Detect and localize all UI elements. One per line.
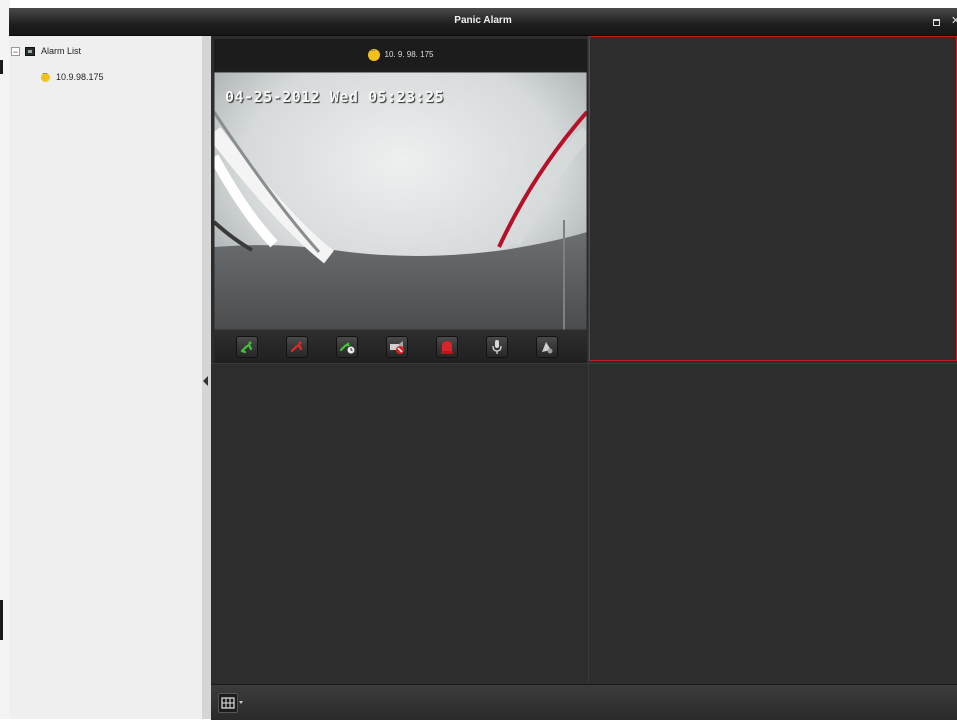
panel-splitter[interactable] <box>202 36 211 719</box>
device-status-icon <box>367 46 380 61</box>
video-cell-3[interactable] <box>211 364 588 684</box>
speaker-button[interactable] <box>536 336 558 358</box>
video-cell-1[interactable]: 10. 9. 98. 175 <box>214 39 587 363</box>
tree-item-label: 10.9.98.175 <box>56 72 104 82</box>
call-timer-button[interactable] <box>336 336 358 358</box>
mute-icon <box>390 341 404 354</box>
device-status-icon <box>41 69 50 82</box>
video-cell-ip: 10. 9. 98. 175 <box>384 50 434 59</box>
video-cell-header: 10. 9. 98. 175 <box>214 39 587 70</box>
background-mark <box>0 600 3 640</box>
speaker-icon <box>542 342 553 354</box>
mute-button[interactable] <box>386 336 408 358</box>
camera-view-image <box>214 72 587 330</box>
alarm-list-panel: − Alarm List 10.9.98.175 <box>9 36 203 719</box>
background-mark <box>0 60 3 74</box>
hang-up-icon <box>290 341 303 353</box>
video-grid: 10. 9. 98. 175 <box>211 36 957 684</box>
osd-timestamp: 04-25-2012 Wed 05:23:25 <box>225 88 445 106</box>
tree-root-label: Alarm List <box>41 46 82 56</box>
microphone-button[interactable] <box>486 336 508 358</box>
call-timer-icon <box>339 342 356 355</box>
live-video[interactable]: 04-25-2012 Wed 05:23:25 <box>214 72 587 330</box>
answer-call-button[interactable] <box>236 336 258 358</box>
layout-button[interactable] <box>218 693 238 713</box>
tree-root-alarm-list[interactable]: − Alarm List <box>11 44 81 58</box>
alarm-off-icon <box>441 341 453 354</box>
bottom-toolbar <box>211 684 957 720</box>
grid-layout-icon <box>221 697 235 709</box>
alarm-off-button[interactable] <box>436 336 458 358</box>
layout-dropdown-icon[interactable] <box>239 701 243 704</box>
title-bar: Panic Alarm ✕ <box>9 8 957 36</box>
collapse-arrow-icon[interactable] <box>203 376 208 386</box>
video-cell-2-selected[interactable] <box>589 36 957 361</box>
maximize-icon[interactable] <box>933 19 940 26</box>
collapse-toggle-icon[interactable]: − <box>11 46 20 56</box>
hang-up-button[interactable] <box>286 336 308 358</box>
alarm-control-bar <box>214 330 587 363</box>
window-title: Panic Alarm <box>454 15 512 26</box>
answer-call-icon <box>240 341 253 354</box>
panic-alarm-window: Panic Alarm ✕ − Alarm List 10.9.98.175 1… <box>9 8 957 720</box>
video-cell-4[interactable] <box>589 364 957 684</box>
microphone-icon <box>492 340 502 354</box>
tree-item-device[interactable]: 10.9.98.175 <box>41 69 104 82</box>
alarm-list-icon <box>25 46 35 56</box>
close-icon[interactable]: ✕ <box>951 14 957 27</box>
